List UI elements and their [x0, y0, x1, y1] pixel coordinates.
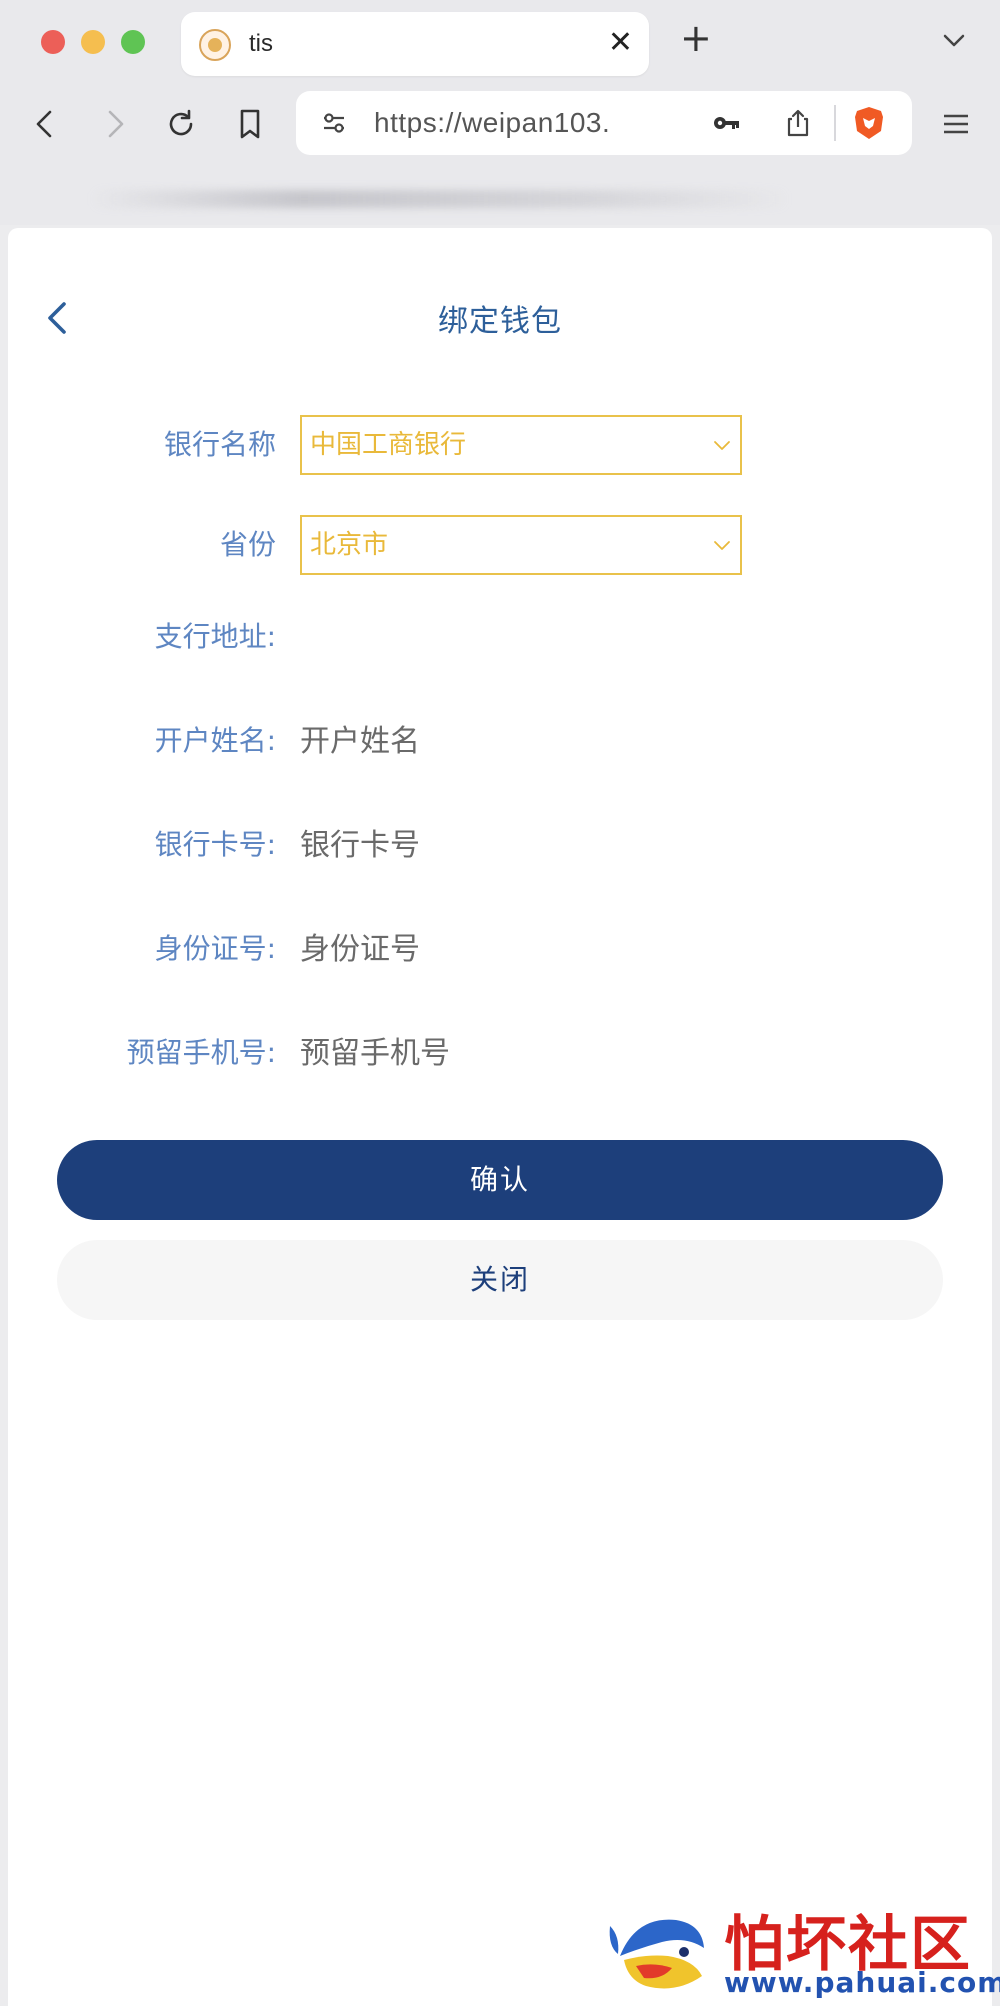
id-number-input[interactable]	[300, 919, 800, 979]
phone-label: 预留手机号:	[126, 1036, 276, 1069]
chevron-down-icon	[714, 541, 730, 550]
id-number-row: 身份证号:	[8, 919, 992, 979]
close-window-button[interactable]	[41, 30, 65, 54]
key-icon[interactable]	[710, 107, 742, 139]
blurred-content	[90, 190, 790, 208]
card-number-label: 银行卡号:	[154, 828, 276, 861]
reload-icon[interactable]	[163, 106, 199, 142]
close-button[interactable]: 关闭	[57, 1240, 943, 1320]
forward-icon[interactable]	[96, 106, 132, 142]
minimize-window-button[interactable]	[81, 30, 105, 54]
account-name-row: 开户姓名:	[8, 711, 992, 771]
phone-row: 预留手机号:	[8, 1023, 992, 1083]
bank-name-select[interactable]: 中国工商银行	[300, 415, 742, 475]
bank-name-label: 银行名称	[163, 428, 276, 461]
close-icon[interactable]: ✕	[608, 26, 633, 60]
url-text[interactable]: https://weipan103.	[374, 107, 610, 139]
tab-title: tis	[249, 30, 273, 57]
account-name-label: 开户姓名:	[154, 724, 276, 757]
back-icon[interactable]	[28, 106, 64, 142]
maximize-window-button[interactable]	[121, 30, 145, 54]
page-content: 绑定钱包 银行名称 中国工商银行 省份 北京市 支行地址: 开户姓名: 银行卡号…	[8, 228, 992, 2006]
page-title: 绑定钱包	[438, 304, 562, 339]
card-number-input[interactable]	[300, 815, 800, 875]
branch-label: 支行地址:	[154, 620, 276, 653]
bookmark-icon[interactable]	[232, 106, 268, 142]
chevron-down-icon[interactable]	[940, 26, 968, 54]
browser-chrome: tis ✕ + https://weipan103.	[0, 0, 1000, 225]
browser-tab[interactable]: tis ✕	[181, 12, 649, 76]
chevron-down-icon	[714, 441, 730, 450]
menu-icon[interactable]	[940, 108, 972, 140]
province-row: 省份 北京市	[8, 515, 992, 575]
bank-name-row: 银行名称 中国工商银行	[8, 415, 992, 475]
brave-shield-icon[interactable]	[852, 105, 886, 141]
province-select[interactable]: 北京市	[300, 515, 742, 575]
fish-logo-icon	[609, 1900, 710, 2000]
province-value: 北京市	[310, 530, 389, 560]
favicon-icon	[199, 29, 231, 61]
branch-row: 支行地址:	[8, 607, 992, 667]
branch-input[interactable]	[300, 607, 800, 667]
province-label: 省份	[219, 528, 276, 561]
confirm-button[interactable]: 确认	[57, 1140, 943, 1220]
account-name-input[interactable]	[300, 711, 800, 771]
phone-input[interactable]	[300, 1023, 800, 1083]
card-number-row: 银行卡号:	[8, 815, 992, 875]
divider	[834, 105, 836, 141]
share-icon[interactable]	[782, 107, 814, 139]
bank-name-value: 中国工商银行	[310, 430, 467, 460]
plus-icon[interactable]: +	[680, 18, 712, 58]
site-settings-icon[interactable]	[318, 107, 350, 139]
id-number-label: 身份证号:	[154, 932, 276, 965]
watermark: 怕坏社区 www.pahuai.com	[606, 1896, 1000, 2004]
address-bar[interactable]: https://weipan103.	[296, 91, 912, 155]
watermark-url: www.pahuai.com	[724, 1966, 1000, 1999]
